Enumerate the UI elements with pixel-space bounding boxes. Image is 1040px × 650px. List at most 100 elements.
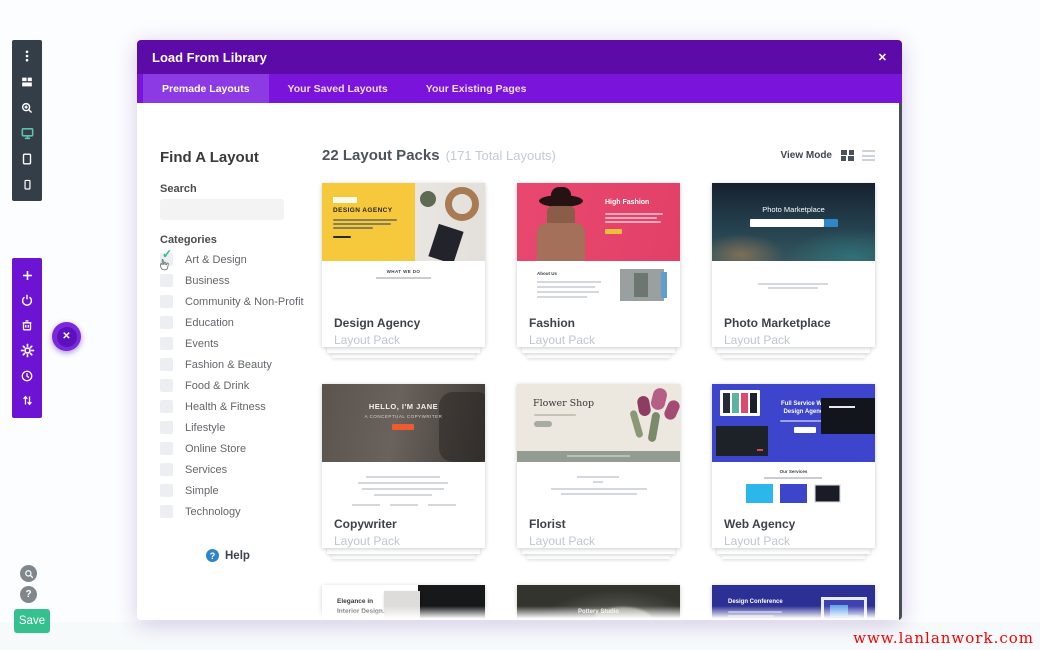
card-stack — [327, 347, 480, 353]
pack-thumbnail: Photo Marketplace — [712, 183, 875, 261]
checkbox[interactable]: ✓ — [160, 442, 173, 455]
phone-view-icon[interactable] — [19, 177, 35, 193]
category-fashion-beauty[interactable]: ✓ Fashion & Beauty — [160, 358, 320, 371]
screen: ✕ ? Save Load From Library ✕ Premade Lay… — [0, 0, 1040, 650]
tab-premade-layouts[interactable]: Premade Layouts — [143, 74, 269, 103]
pack-thumbnail: Flower Shop — [517, 384, 680, 462]
tab-your-saved-layouts[interactable]: Your Saved Layouts — [269, 74, 407, 103]
history-clock-icon[interactable] — [19, 368, 35, 384]
modal-header: Load From Library ✕ — [137, 40, 902, 74]
card-stack — [327, 548, 480, 554]
help-link[interactable]: ? Help — [206, 549, 250, 562]
swap-arrows-icon[interactable] — [19, 393, 35, 409]
checkbox[interactable]: ✓ — [160, 463, 173, 476]
pack-type: Layout Pack — [724, 333, 863, 347]
wireframe-view-icon[interactable] — [19, 74, 35, 90]
settings-gear-icon[interactable] — [19, 343, 35, 359]
hand-cursor-icon — [158, 258, 170, 272]
pack-type: Layout Pack — [334, 534, 473, 548]
modal-close-icon[interactable]: ✕ — [878, 51, 887, 64]
pack-thumbnail: Elegance in Interior Design. — [322, 585, 485, 620]
pack-name: Fashion — [529, 316, 668, 330]
zoom-fab[interactable] — [20, 565, 37, 582]
card-stack — [722, 353, 865, 358]
pack-name: Web Agency — [724, 517, 863, 531]
category-list: ✓ Art & Design ✓ Business ✓ Communit — [160, 253, 320, 526]
view-mode-label: View Mode — [781, 150, 833, 161]
modal-scrollbar[interactable] — [899, 103, 902, 620]
checkbox[interactable]: ✓ — [160, 316, 173, 329]
category-community-non-profit[interactable]: ✓ Community & Non-Profit — [160, 295, 320, 308]
category-online-store[interactable]: ✓ Online Store — [160, 442, 320, 455]
desktop-view-icon[interactable] — [19, 125, 35, 141]
category-health-fitness[interactable]: ✓ Health & Fitness — [160, 400, 320, 413]
close-icon: ✕ — [57, 327, 77, 347]
card-stack — [717, 347, 870, 353]
search-input[interactable] — [160, 199, 284, 220]
checkbox[interactable]: ✓ — [160, 400, 173, 413]
add-icon[interactable] — [19, 267, 35, 283]
categories-label: Categories — [160, 234, 217, 246]
pack-thumbnail: Pottery Studio — [517, 585, 680, 620]
category-simple[interactable]: ✓ Simple — [160, 484, 320, 497]
checkbox[interactable]: ✓ — [160, 295, 173, 308]
pack-card-fashion[interactable]: High Fashion About Us — [517, 183, 680, 347]
category-business[interactable]: ✓ Business — [160, 274, 320, 287]
pack-thumbnail: High Fashion — [517, 183, 680, 261]
pack-card-interior-design[interactable]: Elegance in Interior Design. — [322, 585, 485, 620]
checkbox[interactable]: ✓ — [160, 274, 173, 287]
checkbox[interactable]: ✓ — [160, 358, 173, 371]
pack-card-photo-marketplace[interactable]: Photo Marketplace Photo Marketplace Layo… — [712, 183, 875, 347]
question-icon: ? — [25, 589, 31, 600]
save-button[interactable]: Save — [14, 609, 50, 633]
zoom-icon[interactable] — [19, 100, 35, 116]
checkbox[interactable]: ✓ — [160, 379, 173, 392]
pack-card-florist[interactable]: Flower Shop — [517, 384, 680, 548]
pack-card-copywriter[interactable]: HELLO, I'M JANE A CONCEPTUAL COPYWRITER — [322, 384, 485, 548]
pack-card-design-agency[interactable]: DESIGN AGENCY WHAT WE DO — [322, 183, 485, 347]
tablet-view-icon[interactable] — [19, 151, 35, 167]
pack-card-design-conference[interactable]: Design Conference — [712, 585, 875, 620]
checkbox[interactable]: ✓ — [160, 337, 173, 350]
checkbox[interactable]: ✓ — [160, 484, 173, 497]
category-events[interactable]: ✓ Events — [160, 337, 320, 350]
watermark: www.lanlanwork.com — [853, 629, 1034, 647]
pack-type: Layout Pack — [334, 333, 473, 347]
category-lifestyle[interactable]: ✓ Lifestyle — [160, 421, 320, 434]
pack-card-web-agency[interactable]: Full Service Web Design Agency Our Servi… — [712, 384, 875, 548]
kebab-menu-icon[interactable] — [19, 48, 35, 64]
category-education[interactable]: ✓ Education — [160, 316, 320, 329]
sidebar-heading: Find A Layout — [160, 149, 259, 166]
pack-thumbnail: Design Conference — [712, 585, 875, 620]
checkbox[interactable]: ✓ — [160, 505, 173, 518]
magnifier-icon — [24, 569, 34, 579]
tab-your-existing-pages[interactable]: Your Existing Pages — [407, 74, 546, 103]
total-layouts-subheading: (171 Total Layouts) — [446, 148, 556, 163]
layout-packs-grid: DESIGN AGENCY WHAT WE DO — [322, 183, 875, 620]
pack-name: Copywriter — [334, 517, 473, 531]
category-technology[interactable]: ✓ Technology — [160, 505, 320, 518]
main-header: 22 Layout Packs (171 Total Layouts) View… — [322, 147, 875, 164]
packs-count-heading: 22 Layout Packs — [322, 147, 440, 164]
pack-type: Layout Pack — [529, 534, 668, 548]
card-stack — [527, 353, 670, 358]
pack-card-pottery-studio[interactable]: Pottery Studio — [517, 585, 680, 620]
portability-power-icon[interactable] — [19, 292, 35, 308]
checkbox[interactable]: ✓ — [160, 253, 173, 266]
list-view-icon[interactable] — [862, 150, 875, 161]
help-fab[interactable]: ? — [20, 586, 37, 603]
modal-tabs: Premade Layouts Your Saved Layouts Your … — [137, 74, 902, 103]
card-stack — [332, 554, 475, 559]
category-food-drink[interactable]: ✓ Food & Drink — [160, 379, 320, 392]
load-from-library-modal: Load From Library ✕ Premade Layouts Your… — [137, 40, 902, 620]
pack-preview — [712, 261, 875, 313]
category-services[interactable]: ✓ Services — [160, 463, 320, 476]
builder-close-fab[interactable]: ✕ — [52, 322, 81, 351]
pack-type: Layout Pack — [724, 534, 863, 548]
help-icon: ? — [206, 549, 219, 562]
category-art-design[interactable]: ✓ Art & Design — [160, 253, 320, 266]
trash-icon[interactable] — [19, 317, 35, 333]
checkbox[interactable]: ✓ — [160, 421, 173, 434]
grid-view-icon[interactable] — [841, 150, 854, 161]
pack-preview — [322, 462, 485, 514]
